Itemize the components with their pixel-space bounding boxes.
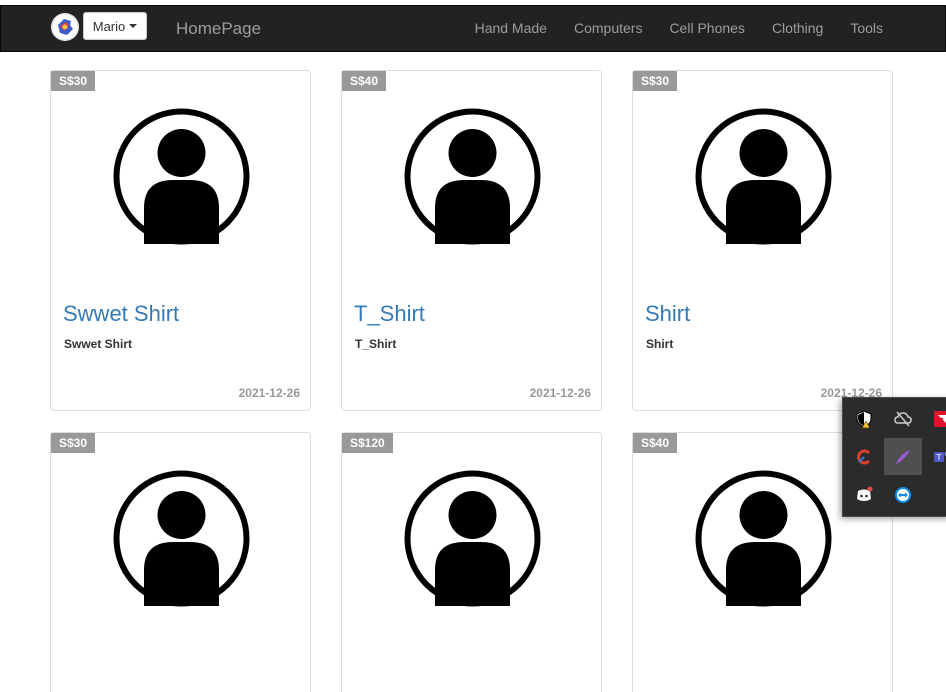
product-card[interactable]: S$30 Swwet Shirt Swwet Shirt 2021-12-26 xyxy=(50,70,311,411)
brand-link[interactable]: HomePage xyxy=(176,19,261,39)
product-card[interactable]: S$120 xyxy=(341,432,602,692)
product-image-placeholder-icon xyxy=(695,108,832,245)
product-image-placeholder-icon xyxy=(404,470,541,607)
ccleaner-icon[interactable] xyxy=(845,438,883,475)
product-description: Swwet Shirt xyxy=(64,337,132,351)
product-card[interactable]: S$40 T_Shirt T_Shirt 2021-12-26 xyxy=(341,70,602,411)
price-badge: S$40 xyxy=(633,433,677,453)
nav-link-tools[interactable]: Tools xyxy=(837,6,945,51)
price-badge: S$40 xyxy=(342,71,386,91)
nav-link-computers[interactable]: Computers xyxy=(560,6,655,51)
teams-icon[interactable]: T xyxy=(923,438,946,475)
price-badge: S$30 xyxy=(633,71,677,91)
product-title-link[interactable]: Shirt xyxy=(645,301,690,327)
product-description: T_Shirt xyxy=(355,337,396,351)
product-image-placeholder-icon xyxy=(113,108,250,245)
user-avatar[interactable] xyxy=(51,13,79,41)
product-card[interactable]: S$30 xyxy=(50,432,311,692)
amd-icon[interactable] xyxy=(923,400,946,437)
user-dropdown-button[interactable]: Mario xyxy=(83,12,147,40)
top-navbar: Mario HomePage Hand Made Computers Cell … xyxy=(0,5,946,52)
product-image-placeholder-icon xyxy=(404,108,541,245)
product-title-link[interactable]: Swwet Shirt xyxy=(63,301,179,327)
feather-pen-icon[interactable] xyxy=(884,438,922,475)
category-nav: Hand Made Computers Cell Phones Clothing… xyxy=(461,6,945,51)
security-warning-icon[interactable] xyxy=(845,400,883,437)
product-title-link[interactable]: T_Shirt xyxy=(354,301,425,327)
svg-text:T: T xyxy=(936,453,942,462)
nav-link-clothing[interactable]: Clothing xyxy=(758,6,836,51)
price-badge: S$30 xyxy=(51,71,95,91)
system-tray-overflow: T xyxy=(842,397,946,517)
product-date: 2021-12-26 xyxy=(530,386,591,400)
teamviewer-icon[interactable] xyxy=(884,476,922,513)
user-dropdown-label: Mario xyxy=(93,19,126,34)
discord-icon[interactable] xyxy=(845,476,883,513)
nav-link-cell-phones[interactable]: Cell Phones xyxy=(656,6,759,51)
product-image-placeholder-icon xyxy=(695,470,832,607)
caret-down-icon xyxy=(129,24,137,28)
product-card[interactable]: S$30 Shirt Shirt 2021-12-26 xyxy=(632,70,893,411)
price-badge: S$30 xyxy=(51,433,95,453)
product-description: Shirt xyxy=(646,337,673,351)
nav-link-hand-made[interactable]: Hand Made xyxy=(461,6,560,51)
price-badge: S$120 xyxy=(342,433,393,453)
product-image-placeholder-icon xyxy=(113,470,250,607)
product-date: 2021-12-26 xyxy=(239,386,300,400)
cloud-off-icon[interactable] xyxy=(884,400,922,437)
